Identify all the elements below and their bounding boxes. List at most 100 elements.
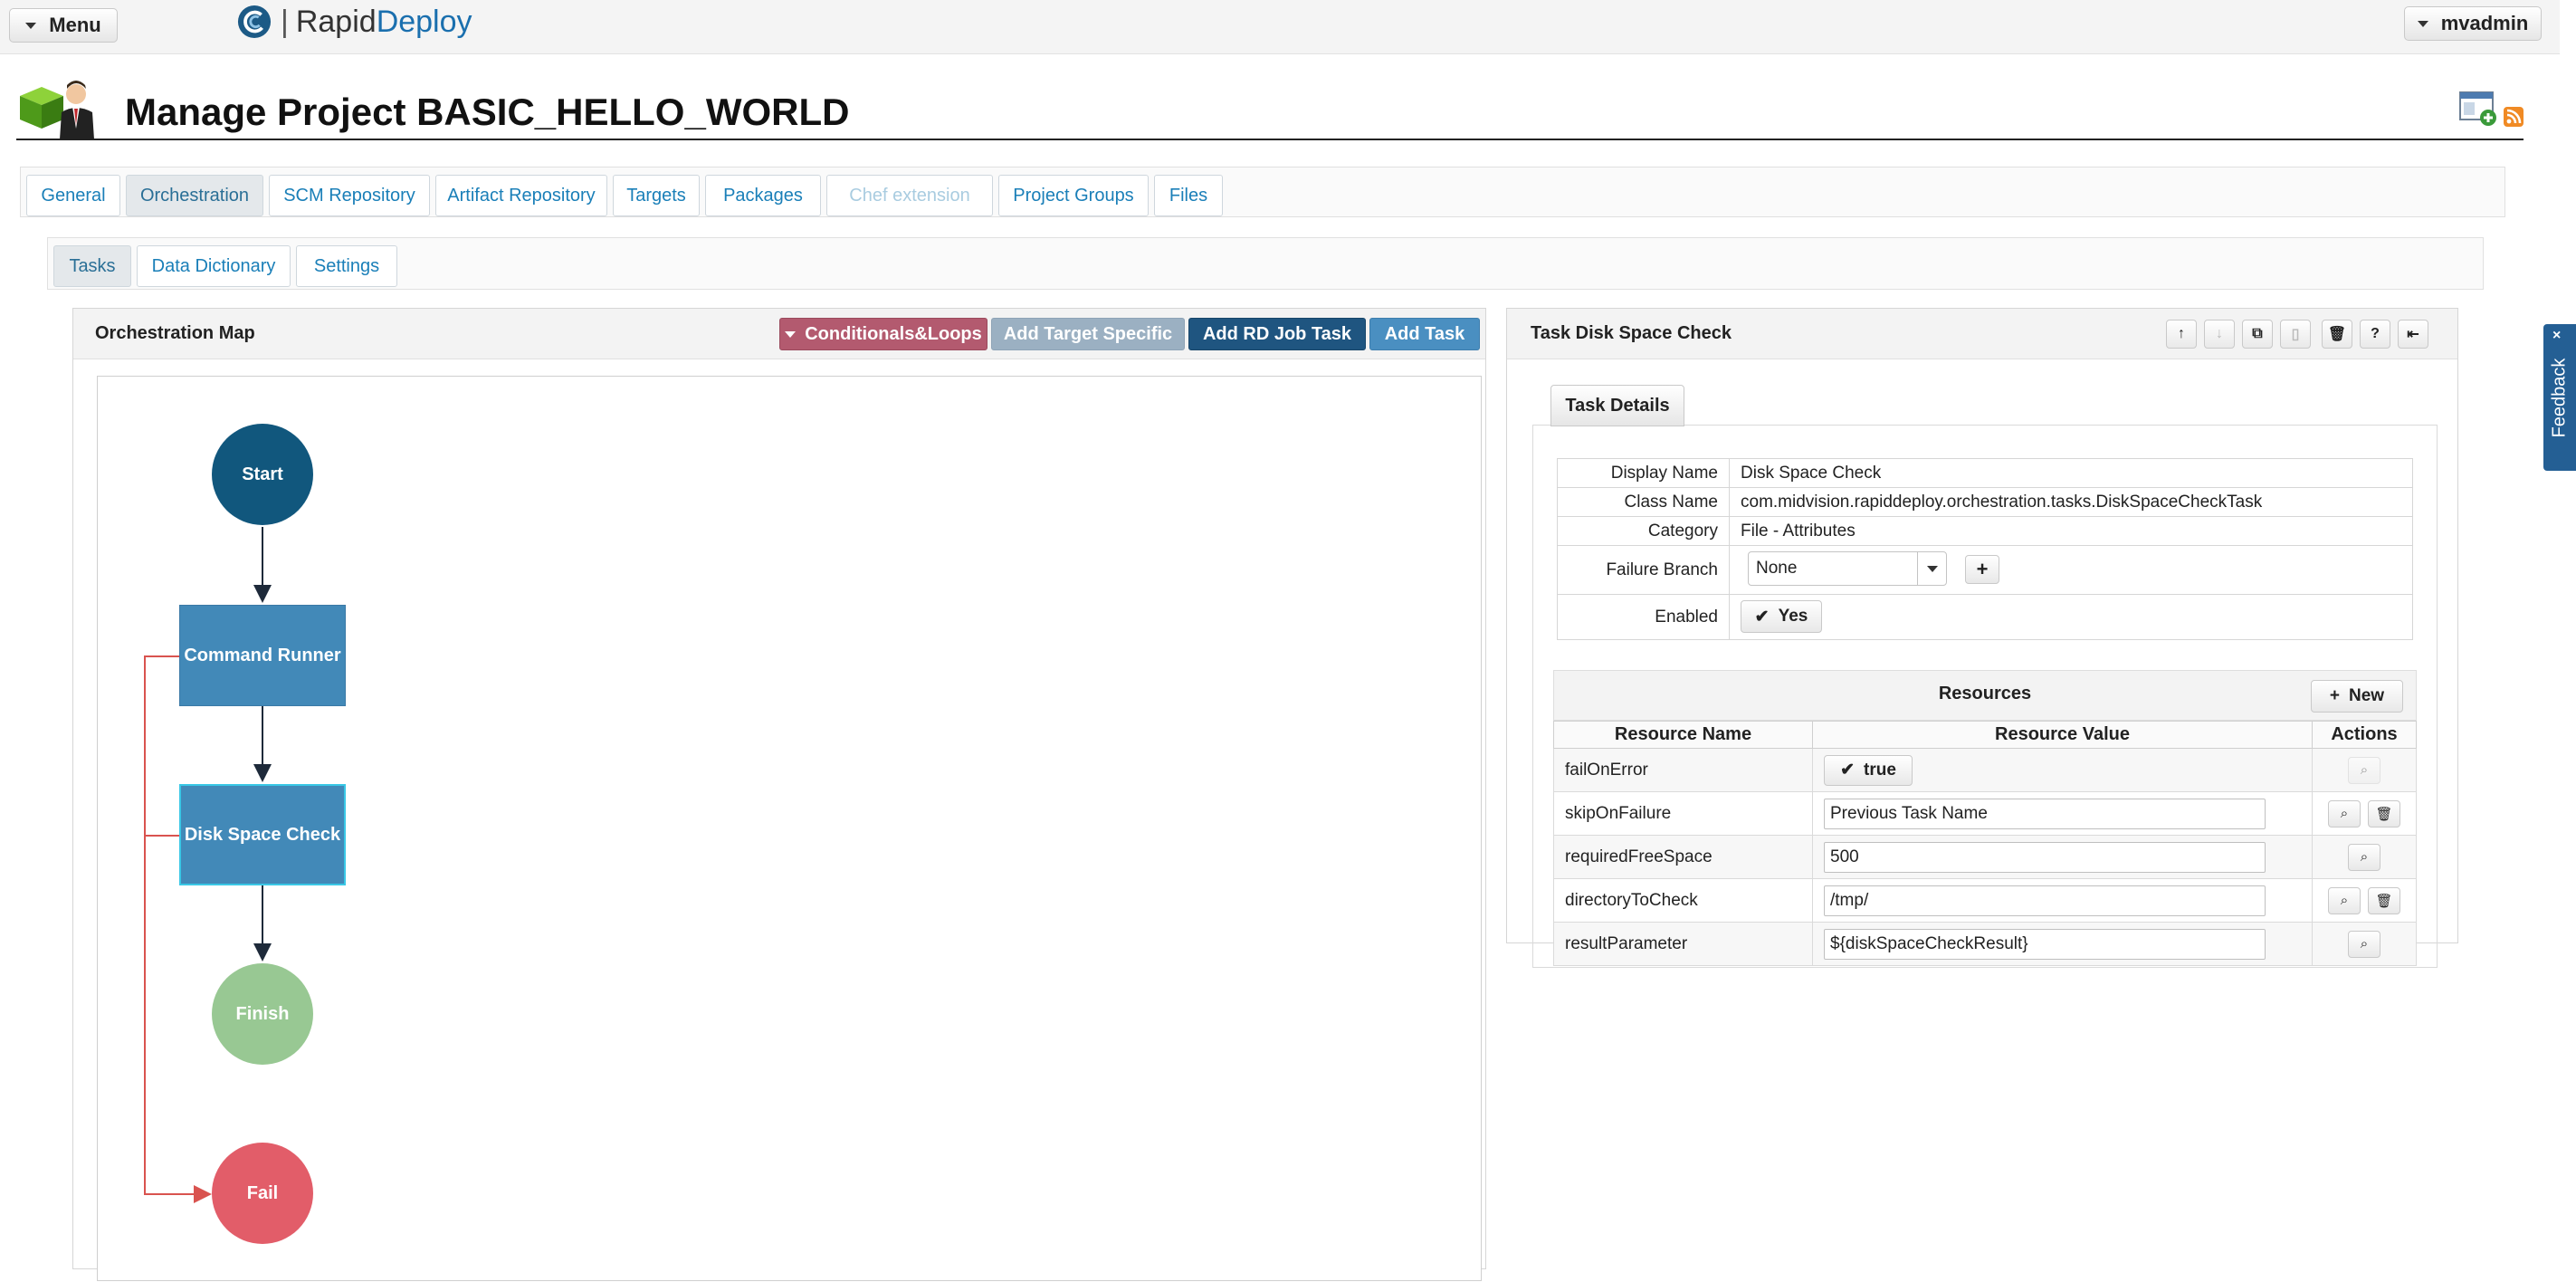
- task-details-table: Display Name Disk Space Check Class Name…: [1557, 458, 2413, 640]
- caret-down-icon: [1926, 565, 1938, 572]
- caret-down-icon: [25, 22, 37, 29]
- node-finish[interactable]: Finish: [212, 963, 313, 1065]
- project-manager-icon: [20, 81, 94, 139]
- trash-icon[interactable]: 🗑: [2368, 799, 2400, 828]
- check-icon: ✔: [1754, 607, 1770, 627]
- enabled-toggle[interactable]: ✔ Yes: [1741, 600, 1822, 633]
- add-task-button[interactable]: Add Task: [1369, 318, 1480, 350]
- top-bar: Menu | RapidDeploy mvadmin: [0, 0, 2560, 54]
- rss-feed-icon[interactable]: [2504, 107, 2524, 127]
- resource-name: requiredFreeSpace: [1553, 835, 1813, 879]
- task-details-tab[interactable]: Task Details: [1550, 385, 1684, 426]
- col-resource-name: Resource Name: [1553, 721, 1813, 749]
- tab-data-dictionary[interactable]: Data Dictionary: [137, 245, 291, 287]
- table-row: skipOnFailure Previous Task Name ⌕ 🗑: [1553, 791, 2417, 836]
- tab-artifact-repository[interactable]: Artifact Repository: [435, 175, 607, 216]
- collapse-panel-button[interactable]: ⇤: [2398, 320, 2428, 349]
- category-value: File - Attributes: [1729, 516, 2413, 546]
- check-icon: ✔: [1840, 761, 1855, 780]
- move-down-button: ↓: [2204, 320, 2235, 349]
- caret-down-icon: [785, 330, 797, 338]
- lookup-icon: ⌕: [2348, 756, 2380, 784]
- orchestration-map-panel: Orchestration Map Conditionals&Loops Add…: [72, 308, 1486, 1281]
- resource-name: resultParameter: [1553, 922, 1813, 966]
- failure-branch-select[interactable]: None: [1748, 551, 1947, 586]
- add-target-specific-button[interactable]: Add Target Specific: [991, 318, 1185, 350]
- new-resource-button[interactable]: + New: [2311, 680, 2403, 713]
- display-name-label: Display Name: [1557, 458, 1730, 488]
- add-dashboard-icon[interactable]: [2458, 91, 2498, 127]
- table-row: failOnError ✔ true ⌕: [1553, 748, 2417, 792]
- tab-targets[interactable]: Targets: [613, 175, 700, 216]
- delete-task-button[interactable]: 🗑: [2322, 320, 2352, 349]
- node-fail[interactable]: Fail: [212, 1143, 313, 1244]
- table-row: directoryToCheck /tmp/ ⌕ 🗑: [1553, 878, 2417, 923]
- tab-project-groups[interactable]: Project Groups: [998, 175, 1149, 216]
- tab-orchestration[interactable]: Orchestration: [126, 175, 263, 216]
- resource-value-input[interactable]: 500: [1824, 841, 2266, 873]
- lookup-icon[interactable]: ⌕: [2328, 886, 2361, 914]
- plus-icon: +: [2329, 686, 2341, 705]
- move-up-button[interactable]: ↑: [2166, 320, 2197, 349]
- lookup-icon[interactable]: ⌕: [2328, 799, 2361, 828]
- feedback-label: Feedback: [2549, 358, 2570, 438]
- table-row: resultParameter ${diskSpaceCheckResult} …: [1553, 922, 2417, 966]
- resources-header: Resources + New: [1553, 670, 2417, 721]
- resource-name: skipOnFailure: [1553, 791, 1813, 836]
- display-name-value: Disk Space Check: [1729, 458, 2413, 488]
- fail-on-error-toggle[interactable]: ✔ true: [1824, 754, 1913, 786]
- resources-table: Resource Name Resource Value Actions fai…: [1553, 721, 2417, 966]
- node-command-runner[interactable]: Command Runner: [179, 605, 346, 706]
- edge-command-runner-fail: [144, 655, 212, 1203]
- page-title: Manage Project BASIC_HELLO_WORLD: [125, 91, 850, 133]
- rapiddeploy-logo-icon: [237, 5, 272, 39]
- resource-name: directoryToCheck: [1553, 878, 1813, 923]
- feedback-tab[interactable]: × Feedback: [2543, 324, 2576, 471]
- category-label: Category: [1557, 516, 1730, 546]
- tab-tasks[interactable]: Tasks: [53, 245, 131, 287]
- caret-down-icon: [2417, 20, 2428, 27]
- help-button[interactable]: ?: [2360, 320, 2390, 349]
- lookup-icon[interactable]: ⌕: [2348, 930, 2380, 958]
- task-detail-panel: Task Disk Space Check ↑ ↓ ⧉ ▯ 🗑 ? ⇤ Disp…: [1506, 308, 2458, 968]
- task-detail-header: Task Disk Space Check ↑ ↓ ⧉ ▯ 🗑 ? ⇤: [1507, 309, 2457, 359]
- sub-tab-bar: Tasks Data Dictionary Settings: [47, 237, 2484, 290]
- enabled-label: Enabled: [1557, 594, 1730, 640]
- col-actions: Actions: [2312, 721, 2417, 749]
- brand-name: | RapidDeploy: [281, 4, 472, 39]
- col-resource-value: Resource Value: [1812, 721, 2313, 749]
- tab-chef-extension: Chef extension: [826, 175, 993, 216]
- tab-packages[interactable]: Packages: [705, 175, 821, 216]
- add-failure-branch-button[interactable]: +: [1965, 555, 1999, 584]
- task-details-box: Display Name Disk Space Check Class Name…: [1532, 425, 2438, 968]
- resource-name: failOnError: [1553, 748, 1813, 792]
- menu-label: Menu: [49, 14, 101, 36]
- paste-button: ▯: [2280, 320, 2311, 349]
- orchestration-map-title: Orchestration Map: [95, 323, 255, 343]
- trash-icon[interactable]: 🗑: [2368, 886, 2400, 914]
- user-menu-button[interactable]: mvadmin: [2404, 6, 2542, 41]
- tab-settings[interactable]: Settings: [296, 245, 397, 287]
- orchestration-map-header: Orchestration Map Conditionals&Loops Add…: [73, 309, 1485, 359]
- resource-value-input[interactable]: Previous Task Name: [1824, 798, 2266, 829]
- resources-title: Resources: [1938, 684, 2032, 703]
- lookup-icon[interactable]: ⌕: [2348, 843, 2380, 871]
- main-tab-bar: General Orchestration SCM Repository Art…: [20, 167, 2505, 217]
- menu-button[interactable]: Menu: [9, 8, 118, 43]
- copy-button[interactable]: ⧉: [2242, 320, 2273, 349]
- failure-branch-label: Failure Branch: [1557, 545, 1730, 595]
- orchestration-canvas[interactable]: Start Command Runner Disk Space Check Fi…: [97, 376, 1482, 1281]
- table-row: requiredFreeSpace 500 ⌕: [1553, 835, 2417, 879]
- resource-value-input[interactable]: /tmp/: [1824, 885, 2266, 916]
- brand-logo: | RapidDeploy: [237, 4, 472, 40]
- task-title: Task Disk Space Check: [1531, 323, 1732, 343]
- tab-general[interactable]: General: [26, 175, 120, 216]
- tab-scm-repository[interactable]: SCM Repository: [269, 175, 430, 216]
- conditionals-loops-button[interactable]: Conditionals&Loops: [779, 318, 987, 350]
- add-rd-job-task-button[interactable]: Add RD Job Task: [1188, 318, 1366, 350]
- tab-files[interactable]: Files: [1154, 175, 1223, 216]
- class-name-value: com.midvision.rapiddeploy.orchestration.…: [1729, 487, 2413, 517]
- node-disk-space-check[interactable]: Disk Space Check: [179, 784, 346, 885]
- resource-value-input[interactable]: ${diskSpaceCheckResult}: [1824, 928, 2266, 960]
- node-start[interactable]: Start: [212, 424, 313, 525]
